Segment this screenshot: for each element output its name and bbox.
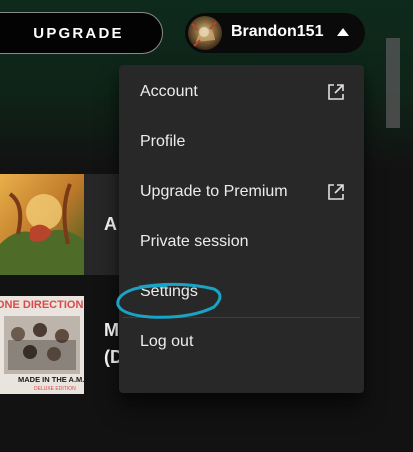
- menu-item-account[interactable]: Account: [123, 70, 360, 116]
- caret-up-icon: [337, 28, 349, 36]
- avatar: [188, 16, 222, 50]
- menu-item-log-out[interactable]: Log out: [123, 320, 360, 366]
- user-dropdown-menu: Account Profile Upgrade to Premium Priva…: [119, 65, 364, 393]
- menu-item-upgrade-premium[interactable]: Upgrade to Premium: [123, 170, 360, 216]
- album-art: [0, 174, 84, 275]
- annotation-circle: [116, 282, 222, 319]
- scrollbar-thumb[interactable]: [386, 38, 400, 128]
- menu-item-label: Upgrade to Premium: [140, 183, 288, 200]
- menu-item-label: Profile: [140, 133, 186, 150]
- menu-item-label: Log out: [140, 333, 194, 350]
- album-art-band-text: ONE DIRECTION: [0, 299, 83, 311]
- menu-item-label: Account: [140, 83, 198, 100]
- upgrade-button-label: UPGRADE: [33, 24, 124, 42]
- album-art: ONE DIRECTION MADE IN THE A.M. DELUXE ED…: [0, 296, 84, 394]
- track-title: A: [104, 214, 117, 234]
- external-link-icon: [328, 184, 344, 200]
- menu-item-private-session[interactable]: Private session: [123, 220, 360, 266]
- user-menu-button[interactable]: Brandon151: [185, 13, 365, 53]
- upgrade-button[interactable]: UPGRADE: [0, 12, 163, 54]
- username: Brandon151: [231, 23, 324, 40]
- menu-item-profile[interactable]: Profile: [123, 120, 360, 166]
- album-art-edition-text: DELUXE EDITION: [34, 386, 76, 392]
- album-art-title-text: MADE IN THE A.M.: [18, 375, 84, 384]
- external-link-icon: [328, 84, 344, 100]
- menu-item-label: Private session: [140, 233, 249, 250]
